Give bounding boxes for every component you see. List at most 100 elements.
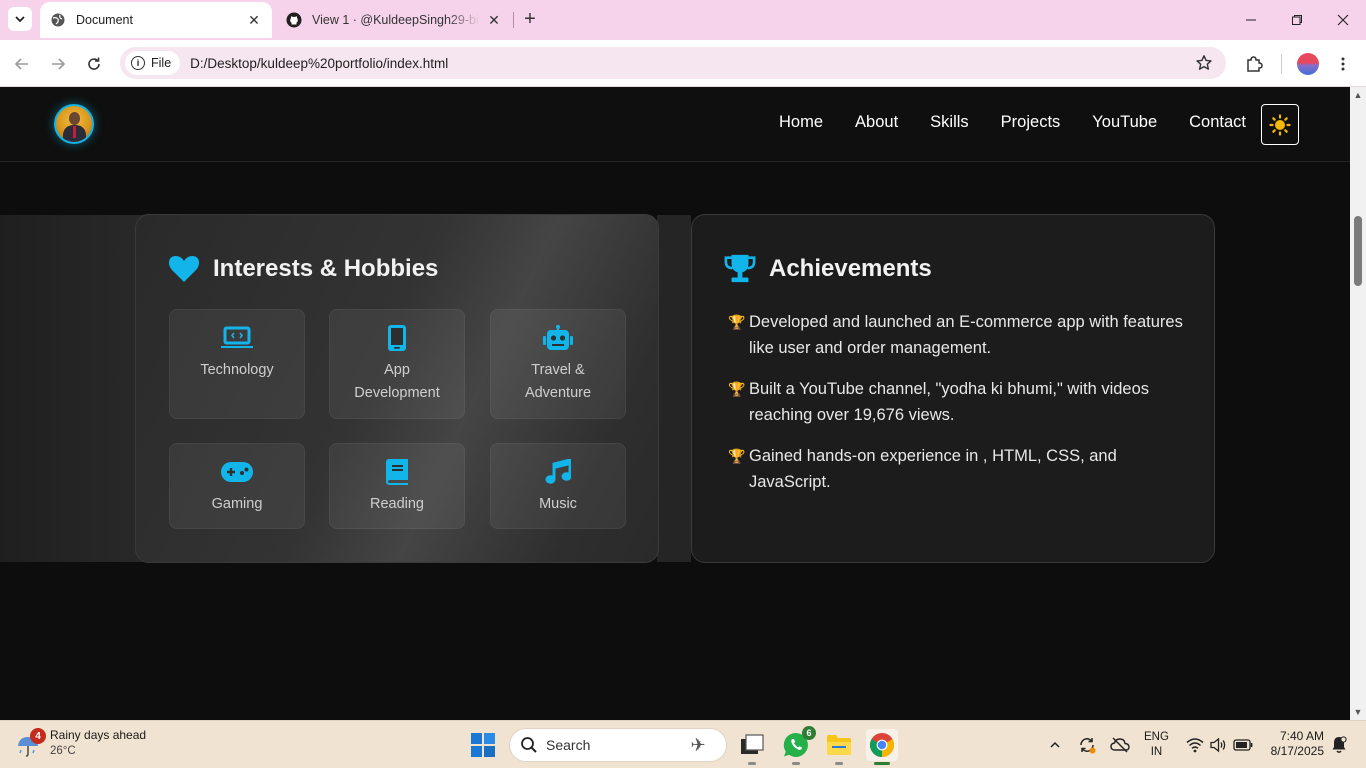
tab-document[interactable]: Document ✕ <box>40 2 272 38</box>
task-view-button[interactable] <box>736 729 768 765</box>
search-placeholder: Search <box>546 737 591 753</box>
achievements-title-text: Achievements <box>769 255 932 282</box>
chrome-taskbar-app[interactable] <box>866 729 898 765</box>
nav-link-home[interactable]: Home <box>779 113 823 132</box>
close-window-button[interactable] <box>1320 0 1366 40</box>
nav-link-skills[interactable]: Skills <box>930 113 969 132</box>
search-icon <box>521 737 537 753</box>
wifi-tray-button[interactable] <box>1185 735 1205 755</box>
clock-date: 8/17/2025 <box>1270 744 1324 758</box>
hobby-tile-reading[interactable]: Reading <box>329 443 465 529</box>
restore-icon <box>1292 15 1302 25</box>
language-line-1: ENG <box>1144 731 1169 743</box>
nav-link-youtube[interactable]: YouTube <box>1092 113 1157 132</box>
hobby-label: App Development <box>354 362 440 401</box>
laptop-code-icon <box>221 325 253 351</box>
forward-button[interactable] <box>44 50 72 78</box>
folder-icon <box>827 735 851 755</box>
scroll-up-icon[interactable]: ▲ <box>1353 90 1363 100</box>
browser-menu-button[interactable] <box>1329 50 1357 78</box>
language-indicator[interactable]: ENG IN <box>1144 730 1169 760</box>
sync-tray-button[interactable] <box>1077 735 1097 755</box>
trophy-emoji-icon: 🏆 <box>728 381 746 397</box>
chevron-up-icon <box>1050 741 1060 748</box>
weather-widget[interactable]: 4 Rainy days ahead 26°C <box>16 727 146 759</box>
scrollbar-thumb[interactable] <box>1354 216 1362 286</box>
wifi-icon <box>1186 738 1204 753</box>
bell-icon <box>1332 736 1347 753</box>
hobby-tile-music[interactable]: Music <box>490 443 626 529</box>
hobby-label: Travel & Adventure <box>524 362 592 401</box>
reload-icon <box>88 57 100 70</box>
tab-search-button[interactable] <box>8 7 32 31</box>
achievement-text: Gained hands-on experience in , HTML, CS… <box>749 447 1117 491</box>
nav-link-projects[interactable]: Projects <box>1001 113 1061 132</box>
list-item: 🏆 Built a YouTube channel, "yodha ki bhu… <box>728 377 1188 428</box>
profile-logo[interactable] <box>54 104 94 144</box>
logo-tie-shape <box>73 126 76 138</box>
minimize-button[interactable] <box>1228 0 1274 40</box>
sun-icon <box>1269 113 1291 136</box>
scroll-down-icon[interactable]: ▼ <box>1353 707 1363 717</box>
whatsapp-taskbar-app[interactable]: 6 <box>780 726 816 765</box>
show-hidden-icons-button[interactable] <box>1045 735 1065 755</box>
tab-github[interactable]: View 1 · @KuldeepSingh29-bit's ✕ <box>276 2 512 38</box>
start-button[interactable] <box>471 733 495 757</box>
toolbar-divider <box>1281 54 1282 74</box>
profile-button[interactable] <box>1294 50 1322 78</box>
volume-icon <box>1210 737 1226 753</box>
close-icon[interactable]: ✕ <box>486 12 502 28</box>
taskbar: 4 Rainy days ahead 26°C Search ✈ 6 ENG I… <box>0 720 1366 768</box>
language-line-2: IN <box>1150 746 1163 758</box>
more-vert-icon <box>1341 57 1345 71</box>
hobby-label: Gaming <box>211 496 263 512</box>
url-text[interactable]: D:/Desktop/kuldeep%20portfolio/index.htm… <box>190 56 448 71</box>
hobby-tile-travel-adventure[interactable]: Travel & Adventure <box>490 309 626 419</box>
reload-button[interactable] <box>80 50 108 78</box>
new-tab-button[interactable]: + <box>520 8 540 30</box>
sync-icon <box>1080 738 1096 754</box>
extensions-button[interactable] <box>1240 50 1268 78</box>
volume-tray-button[interactable] <box>1208 735 1228 755</box>
star-icon <box>1196 55 1212 70</box>
hobby-tile-gaming[interactable]: Gaming <box>169 443 305 529</box>
cloud-off-icon <box>1110 737 1130 753</box>
umbrella-rain-icon: 4 <box>16 728 46 758</box>
taskbar-clock[interactable]: 7:40 AM 8/17/2025 <box>1262 729 1324 759</box>
hobbies-title-text: Interests & Hobbies <box>213 255 439 282</box>
gamepad-icon <box>221 459 253 485</box>
running-indicator <box>748 762 756 765</box>
puzzle-icon <box>1247 56 1263 72</box>
tab-title: View 1 · @KuldeepSingh29-bit's <box>312 13 480 27</box>
page-scrollbar[interactable]: ▲ ▼ <box>1350 87 1366 720</box>
taskbar-search[interactable]: Search ✈ <box>509 728 727 762</box>
theme-toggle-button[interactable] <box>1261 104 1299 145</box>
browser-tab-strip: Document ✕ View 1 · @KuldeepSingh29-bit'… <box>0 0 1366 40</box>
close-icon[interactable]: ✕ <box>246 12 262 28</box>
file-explorer-taskbar-app[interactable] <box>823 729 855 765</box>
back-button[interactable] <box>8 50 36 78</box>
github-icon <box>286 12 302 28</box>
minimize-icon <box>1246 19 1256 21</box>
list-item: 🏆 Gained hands-on experience in , HTML, … <box>728 444 1188 495</box>
battery-tray-button[interactable] <box>1233 735 1253 755</box>
achievements-list: 🏆 Developed and launched an E-commerce a… <box>728 310 1188 511</box>
clock-time: 7:40 AM <box>1279 729 1324 743</box>
onedrive-tray-button[interactable] <box>1110 735 1130 755</box>
globe-icon <box>50 12 66 28</box>
trophy-emoji-icon: 🏆 <box>728 448 746 464</box>
site-info-chip[interactable]: i File <box>125 51 181 75</box>
running-indicator <box>874 762 890 765</box>
battery-icon <box>1233 739 1253 751</box>
restore-button[interactable] <box>1274 0 1320 40</box>
bookmark-button[interactable] <box>1194 53 1214 73</box>
search-highlight-icon: ✈ <box>690 734 706 755</box>
site-header: Home About Skills Projects YouTube Conta… <box>0 87 1350 162</box>
notifications-button[interactable] <box>1329 735 1349 755</box>
nav-link-about[interactable]: About <box>855 113 898 132</box>
nav-link-contact[interactable]: Contact <box>1189 113 1246 132</box>
address-bar[interactable]: i File D:/Desktop/kuldeep%20portfolio/in… <box>120 47 1226 79</box>
chrome-icon <box>869 733 895 757</box>
hobby-tile-technology[interactable]: Technology <box>169 309 305 419</box>
hobby-tile-app-development[interactable]: App Development <box>329 309 465 419</box>
